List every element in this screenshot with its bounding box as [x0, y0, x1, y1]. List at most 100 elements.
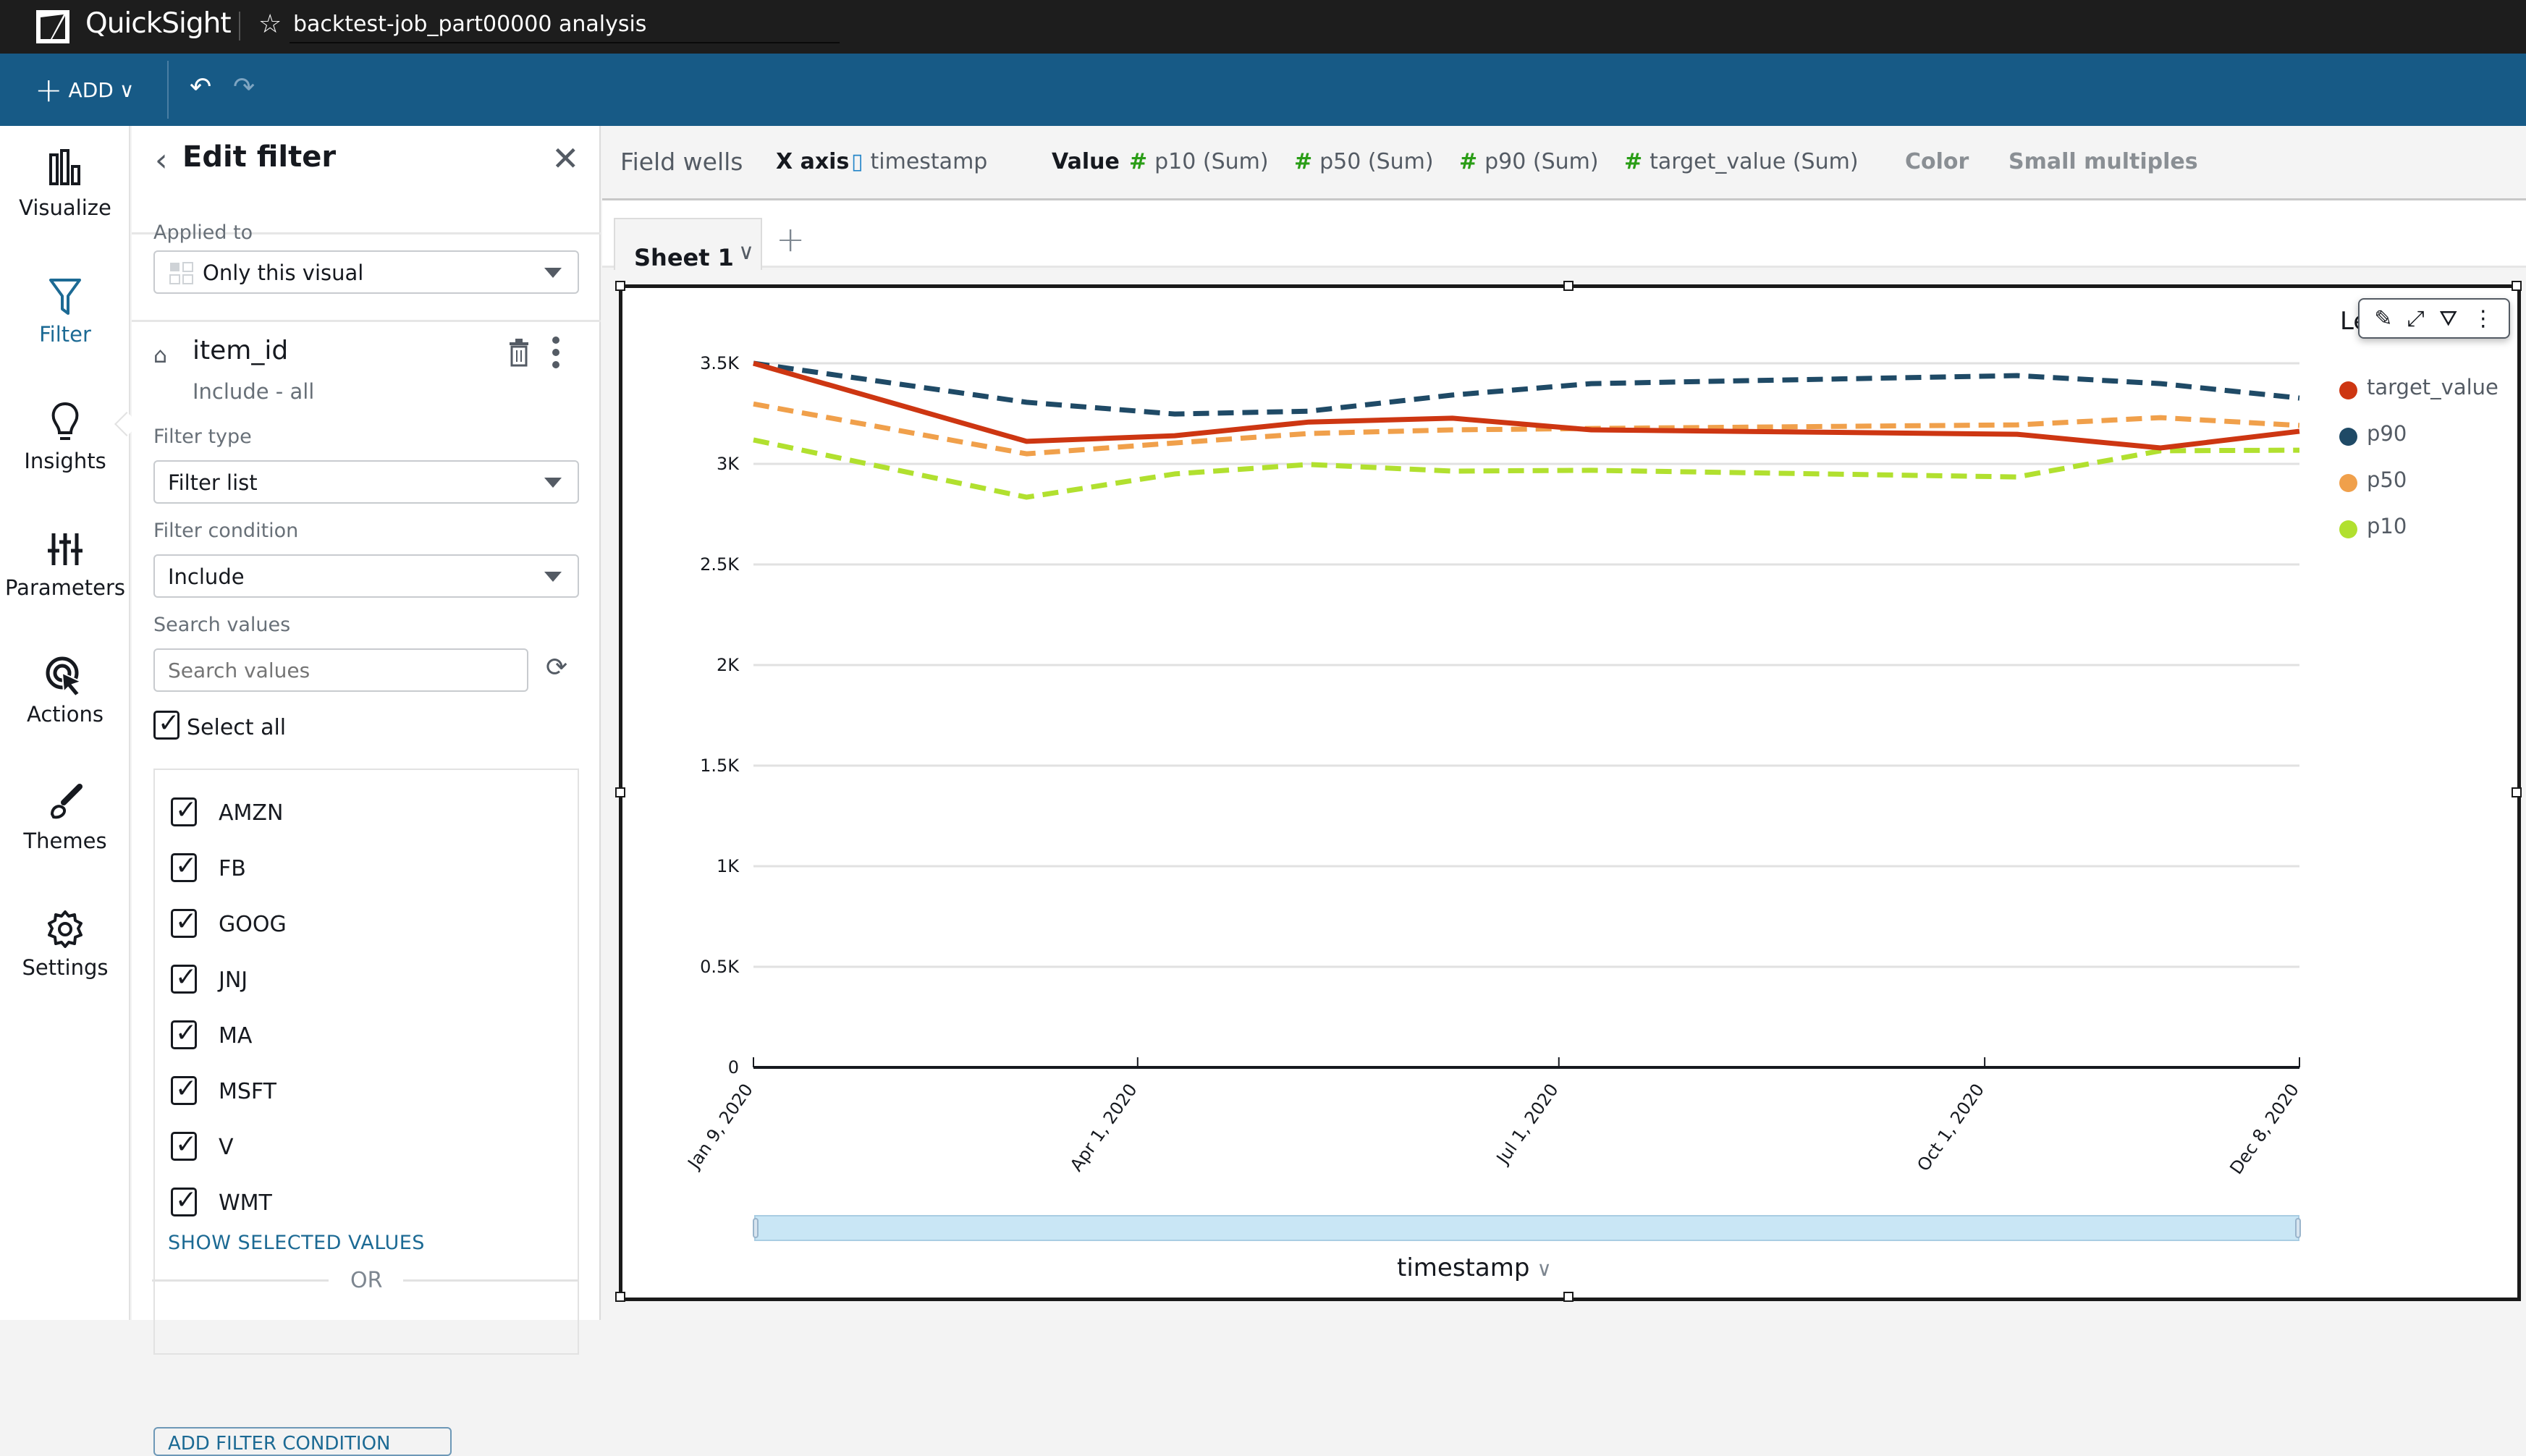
filter-values-list: AMZN FB GOOG JNJ MA MSFT V WMT [153, 769, 579, 1355]
filter-type-select[interactable]: Filter list [153, 460, 579, 504]
list-item[interactable]: GOOG [155, 896, 578, 952]
filter-condition-select[interactable]: Include [153, 554, 579, 598]
nav-item-themes[interactable]: Themes [0, 781, 130, 889]
nav-label: Filter [39, 322, 91, 347]
x-axis-title-label: timestamp [1397, 1253, 1530, 1282]
list-item[interactable]: JNJ [155, 952, 578, 1007]
value-well-field[interactable]: # p90 (Sum) [1459, 149, 1599, 174]
range-handle-end[interactable] [2295, 1218, 2301, 1238]
sheet-tab-label: Sheet 1 [634, 244, 734, 271]
select-all-checkbox[interactable] [153, 708, 179, 740]
legend-swatch [2339, 520, 2357, 538]
nav-label: Themes [23, 829, 107, 853]
add-filter-condition-button[interactable]: ADD FILTER CONDITION [153, 1427, 452, 1456]
x-tick-label: Oct 1, 2020 [1913, 1080, 1988, 1174]
value-label: GOOG [219, 912, 287, 937]
value-well-field[interactable]: # p10 (Sum) [1129, 149, 1269, 174]
visual-toolbar: ✎ ⤢ ⛛ ⋮ [2358, 298, 2510, 339]
add-label: ADD [68, 77, 114, 102]
redo-icon[interactable]: ↷ [233, 72, 255, 102]
trash-icon[interactable] [508, 338, 530, 367]
list-item[interactable]: AMZN [155, 784, 578, 840]
value-label: V [219, 1135, 234, 1160]
y-tick-label: 1.5K [700, 755, 740, 776]
value-label: FB [219, 856, 246, 881]
measure-icon: # [1624, 149, 1643, 174]
value-checkbox[interactable] [171, 1185, 197, 1216]
nav-item-settings[interactable]: Settings [0, 907, 130, 1016]
value-checkbox[interactable] [171, 1130, 197, 1161]
small-multiples-well[interactable]: Small multiples [2008, 149, 2198, 174]
filter-icon [49, 279, 81, 315]
value-checkbox[interactable] [171, 907, 197, 938]
value-checkbox[interactable] [171, 851, 197, 882]
date-range-slider[interactable] [753, 1215, 2301, 1241]
legend-label: p90 [2367, 421, 2407, 446]
measure-icon: # [1459, 149, 1478, 174]
title-bar: QuickSight ☆ backtest-job_part00000 anal… [0, 0, 2526, 54]
list-item[interactable]: V [155, 1119, 578, 1174]
field-wells-bar[interactable]: Field wells X axis ▯ timestamp Value # p10… [602, 126, 2526, 200]
value-well-field[interactable]: # target_value (Sum) [1624, 149, 1859, 174]
list-item[interactable]: FB [155, 840, 578, 896]
nav-label: Insights [24, 449, 106, 473]
list-item[interactable]: WMT [155, 1174, 578, 1230]
close-icon[interactable]: ✕ [552, 139, 580, 178]
y-tick-label: 0.5K [700, 957, 740, 977]
refresh-icon[interactable]: ⟳ [546, 653, 567, 682]
show-selected-values-link[interactable]: SHOW SELECTED VALUES [168, 1232, 425, 1254]
quicksight-logo-icon[interactable] [36, 10, 69, 43]
y-tick-label: 2.5K [700, 554, 740, 575]
value-field-label: p50 (Sum) [1319, 149, 1434, 174]
caret-down-icon [544, 572, 562, 582]
filter-condition-label: Filter condition [153, 520, 299, 542]
analysis-title[interactable]: backtest-job_part00000 analysis [293, 12, 646, 37]
chevron-down-icon[interactable]: ∨ [738, 240, 754, 265]
applied-to-value: Only this visual [203, 261, 364, 285]
nav-item-actions[interactable]: Actions [0, 654, 130, 763]
value-label: Value [1052, 149, 1120, 174]
app-name[interactable]: QuickSight [85, 7, 232, 40]
bar-chart-icon [49, 149, 80, 185]
more-icon[interactable]: ⋮ [2472, 306, 2494, 331]
value-checkbox[interactable] [171, 1074, 197, 1105]
add-sheet-icon[interactable]: + [776, 219, 805, 260]
value-checkbox[interactable] [171, 1018, 197, 1049]
x-tick-label: Apr 1, 2020 [1066, 1080, 1141, 1174]
undo-icon[interactable]: ↶ [190, 72, 211, 102]
select-all-label[interactable]: Select all [187, 715, 286, 740]
line-chart-visual[interactable]: 0 0.5K 1K 1.5K 2K 2.5K 3K 3.5K Jan 9, 2020 Apr 1,… [615, 281, 2522, 1302]
value-well-field[interactable]: # p50 (Sum) [1294, 149, 1434, 174]
x-axis-well[interactable]: ▯ timestamp [851, 149, 987, 174]
value-checkbox[interactable] [171, 795, 197, 826]
field-wells-title[interactable]: Field wells [620, 148, 743, 176]
legend-label: p50 [2367, 467, 2407, 492]
plus-icon: + [35, 70, 63, 109]
star-icon[interactable]: ☆ [258, 9, 282, 39]
edit-icon[interactable]: ✎ [2374, 306, 2392, 331]
nav-item-visualize[interactable]: Visualize [0, 148, 130, 256]
tag-icon: ⌂ [153, 343, 168, 368]
list-item[interactable]: MSFT [155, 1063, 578, 1119]
value-label: WMT [219, 1190, 272, 1216]
y-tick-label: 3K [717, 454, 740, 474]
nav-item-filter[interactable]: Filter [0, 274, 130, 383]
value-checkbox[interactable] [171, 962, 197, 994]
applied-to-select[interactable]: Only this visual [153, 250, 579, 294]
back-chevron-icon[interactable]: ‹ [155, 142, 168, 179]
list-item[interactable]: MA [155, 1007, 578, 1063]
tab-sheet-1[interactable]: Sheet 1 ∨ [614, 218, 762, 271]
nav-item-insights[interactable]: Insights [0, 401, 130, 509]
expand-icon[interactable]: ⤢ [2407, 306, 2425, 331]
add-button[interactable]: + ADD ∨ [35, 69, 134, 110]
title-divider [239, 12, 240, 41]
search-values-input[interactable] [153, 648, 528, 692]
nav-item-parameters[interactable]: Parameters [0, 528, 130, 636]
calendar-icon: ▯ [851, 149, 863, 174]
range-handle-start[interactable] [753, 1218, 759, 1238]
left-nav: Visualize Filter Insights Parameters Act… [0, 126, 139, 1320]
filter-icon[interactable]: ⛛ [2439, 306, 2457, 331]
more-options-icon[interactable] [552, 336, 560, 369]
color-well[interactable]: Color [1905, 149, 1969, 174]
x-axis-title[interactable]: timestamp ∨ [1397, 1253, 1552, 1282]
